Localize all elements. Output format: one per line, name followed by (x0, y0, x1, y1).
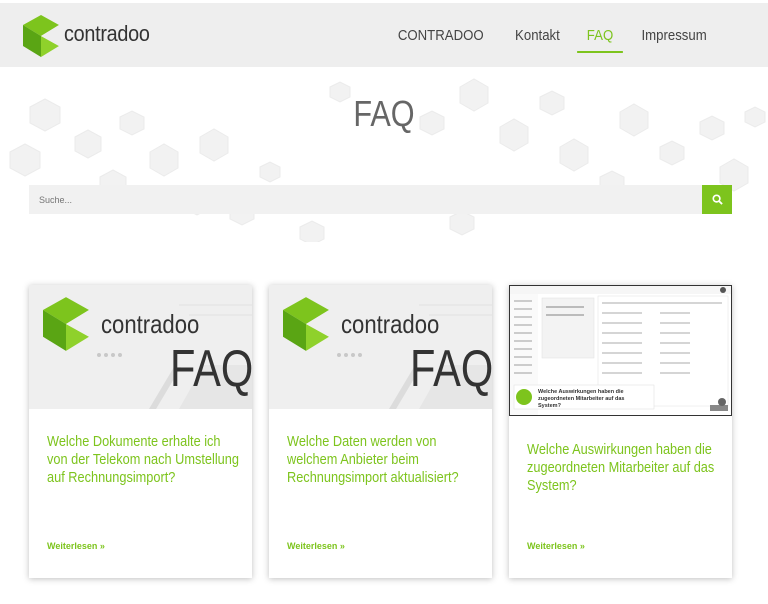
thumbnail-faq-text: FAQ (170, 340, 252, 398)
faq-card[interactable]: contradoo FAQ Welche Dokumente erhalte i… (29, 285, 252, 578)
contradoo-logo-icon (283, 297, 329, 351)
read-more-link[interactable]: Weiterlesen » (47, 541, 105, 551)
thumbnail-caption: Welche Auswirkungen haben die zugeordnet… (538, 389, 625, 409)
read-more-link[interactable]: Weiterlesen » (287, 541, 345, 551)
search-input[interactable] (29, 185, 702, 214)
search-bar (29, 185, 732, 214)
nav-kontakt[interactable]: Kontakt (505, 23, 569, 53)
faq-card[interactable]: Welche Auswirkungen haben die zugeordnet… (509, 285, 732, 578)
search-button[interactable] (702, 185, 732, 214)
card-title[interactable]: Welche Auswirkungen haben die zugeordnet… (527, 441, 721, 495)
main-nav: CONTRADOO Kontakt FAQ Impressum (381, 23, 722, 53)
faq-card[interactable]: contradoo FAQ Welche Daten werden von we… (269, 285, 492, 578)
thumbnail-faq-text: FAQ (410, 340, 492, 398)
contradoo-logo-icon (43, 297, 89, 351)
read-more-link[interactable]: Weiterlesen » (527, 541, 585, 551)
search-icon (711, 194, 723, 205)
logo-text[interactable]: contradoo (64, 21, 150, 47)
site-header: contradoo CONTRADOO Kontakt FAQ Impressu… (0, 3, 768, 67)
card-thumbnail[interactable]: contradoo FAQ (269, 285, 492, 409)
card-title[interactable]: Welche Dokumente erhalte ich von der Tel… (47, 433, 241, 487)
nav-contradoo[interactable]: CONTRADOO (389, 23, 494, 53)
page-title: FAQ (353, 93, 415, 134)
thumbnail-logo-text: contradoo (101, 309, 200, 339)
thumbnail-logo-text: contradoo (341, 309, 440, 339)
card-thumbnail[interactable]: Welche Auswirkungen haben die zugeordnet… (509, 285, 732, 416)
nav-impressum[interactable]: Impressum (632, 23, 717, 53)
card-title[interactable]: Welche Daten werden von welchem Anbieter… (287, 433, 481, 487)
contradoo-logo-icon[interactable] (23, 15, 59, 57)
nav-faq[interactable]: FAQ (576, 23, 623, 53)
card-thumbnail[interactable]: contradoo FAQ (29, 285, 252, 409)
